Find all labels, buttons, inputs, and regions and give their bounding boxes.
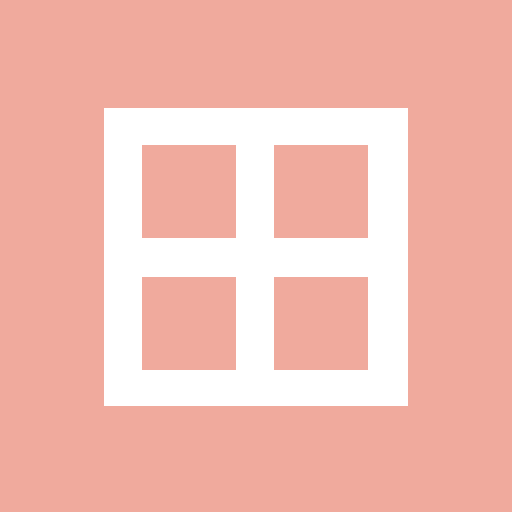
grid-icon (104, 108, 408, 406)
app-icon-canvas (0, 0, 512, 512)
grid-icon-shape (104, 108, 408, 406)
